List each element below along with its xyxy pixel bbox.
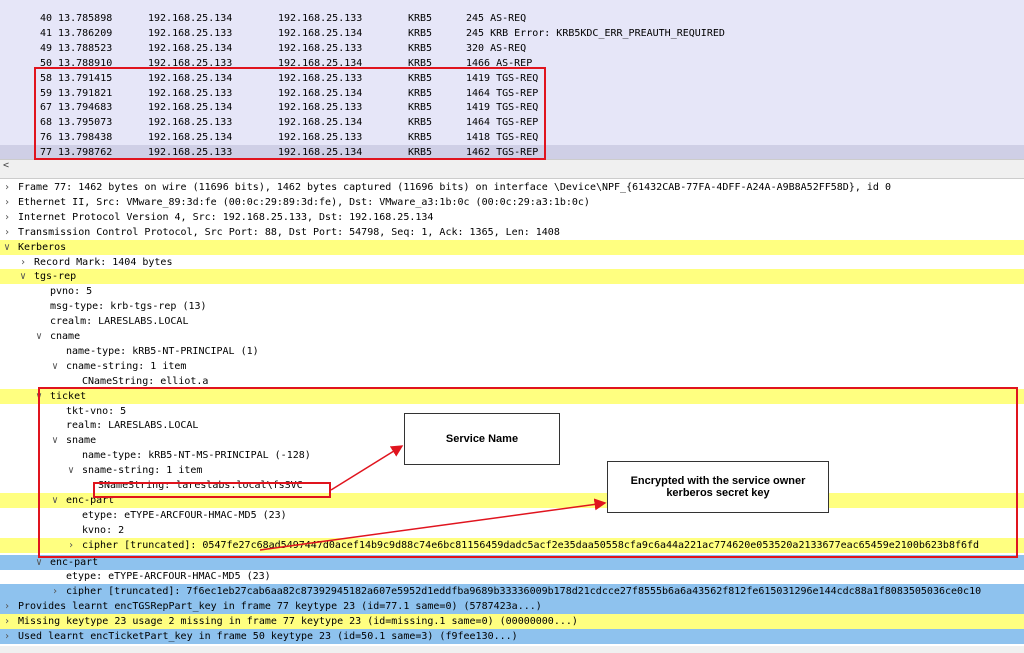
detail-text: tgs-rep xyxy=(34,271,77,283)
packet-row[interactable]: 41 13.786209 192.168.25.133 192.168.25.134… xyxy=(0,26,1024,41)
detail-row[interactable]: ∨ cname-string: 1 item xyxy=(0,359,1024,374)
detail-text: etype: eTYPE-ARCFOUR-HMAC-MD5 (23) xyxy=(66,571,271,583)
collapse-right-icon[interactable]: › xyxy=(4,195,10,210)
packet-cell-src: 192.168.25.133 xyxy=(148,27,233,39)
packet-cell-info: 320 AS-REQ xyxy=(466,42,527,54)
encrypted-callout: Encrypted with the service owner kerbero… xyxy=(607,461,829,513)
detail-row[interactable]: › Transmission Control Protocol, Src Port… xyxy=(0,225,1024,240)
packet-cell-dst: 192.168.25.134 xyxy=(278,27,363,39)
expand-down-icon[interactable]: ∨ xyxy=(36,329,42,344)
service-name-callout-text: Service Name xyxy=(445,433,519,445)
detail-text: Missing keytype 23 usage 2 missing in fr… xyxy=(18,616,578,628)
collapse-right-icon[interactable]: › xyxy=(4,599,10,614)
packet-cell-no: 40 13.785898 xyxy=(40,13,113,24)
packet-row[interactable]: 49 13.788523 192.168.25.134 192.168.25.133… xyxy=(0,41,1024,56)
detail-row[interactable]: › Used learnt encTicketPart_key in frame … xyxy=(0,629,1024,644)
detail-row[interactable]: ∨ Kerberos xyxy=(0,239,1024,255)
detail-row[interactable]: name-type: kRB5-NT-PRINCIPAL (1) xyxy=(0,344,1024,359)
encrypted-callout-line2: kerberos secret key xyxy=(666,487,770,499)
collapse-right-icon[interactable]: › xyxy=(4,180,10,195)
packet-cell-info: 245 KRB Error: KRB5KDC_ERR_PREAUTH_REQUI… xyxy=(466,27,725,39)
detail-row[interactable]: › Internet Protocol Version 4, Src: 192.1… xyxy=(0,210,1024,225)
detail-row[interactable]: ∨ tgs-rep xyxy=(0,269,1024,285)
detail-text: Record Mark: 1404 bytes xyxy=(34,256,173,268)
packet-cell-dst: 192.168.25.133 xyxy=(278,13,363,24)
packet-list-horizontal-scrollbar[interactable]: < xyxy=(0,159,1024,172)
expand-down-icon[interactable]: ∨ xyxy=(52,359,58,374)
service-name-callout: Service Name xyxy=(404,413,560,465)
pane-splitter[interactable] xyxy=(0,172,1024,179)
encrypted-callout-line1: Encrypted with the service owner xyxy=(630,475,806,487)
detail-text: Kerberos xyxy=(18,241,67,253)
packet-cell-no: 49 13.788523 xyxy=(40,42,113,54)
expand-down-icon[interactable]: ∨ xyxy=(20,269,26,284)
detail-row[interactable]: ∨ cname xyxy=(0,329,1024,344)
packet-cell-no: 41 13.786209 xyxy=(40,27,113,39)
collapse-right-icon[interactable]: › xyxy=(4,210,10,225)
detail-row[interactable]: › Provides learnt encTGSRepPart_key in fr… xyxy=(0,599,1024,615)
detail-text: Internet Protocol Version 4, Src: 192.16… xyxy=(18,211,434,223)
packet-row[interactable]: 40 13.785898 192.168.25.134 192.168.25.133… xyxy=(0,11,1024,26)
collapse-right-icon[interactable]: › xyxy=(4,614,10,629)
detail-text: cname xyxy=(50,331,81,342)
detail-row[interactable]: › cipher [truncated]: 7f6ec1eb27cab6aa82c… xyxy=(0,584,1024,600)
detail-text: cname-string: 1 item xyxy=(66,360,187,372)
packet-cell-src: 192.168.25.134 xyxy=(148,42,233,54)
detail-row[interactable]: › Ethernet II, Src: VMware_89:3d:fe (00:0… xyxy=(0,195,1024,210)
detail-row[interactable]: › Frame 77: 1462 bytes on wire (11696 bit… xyxy=(0,180,1024,195)
detail-text: name-type: kRB5-NT-PRINCIPAL (1) xyxy=(66,345,259,357)
detail-row[interactable]: crealm: LARESLABS.LOCAL xyxy=(0,314,1024,329)
detail-text: Transmission Control Protocol, Src Port:… xyxy=(18,226,560,238)
collapse-right-icon[interactable]: › xyxy=(4,225,10,240)
tgs-packets-highlight-box xyxy=(34,67,546,160)
packet-cell-proto: KRB5 xyxy=(408,13,433,24)
detail-text: crealm: LARESLABS.LOCAL xyxy=(50,316,189,328)
packet-cell-proto: KRB5 xyxy=(408,42,433,54)
details-horizontal-scrollbar[interactable] xyxy=(0,646,1024,653)
detail-row[interactable]: › Missing keytype 23 usage 2 missing in f… xyxy=(0,614,1024,630)
detail-text: Used learnt encTicketPart_key in frame 5… xyxy=(18,631,518,642)
detail-row[interactable]: msg-type: krb-tgs-rep (13) xyxy=(0,299,1024,314)
detail-text: pvno: 5 xyxy=(50,286,93,298)
packet-cell-proto: KRB5 xyxy=(408,27,433,39)
detail-text: Ethernet II, Src: VMware_89:3d:fe (00:0c… xyxy=(18,196,590,208)
detail-text: Provides learnt encTGSRepPart_key in fra… xyxy=(18,601,542,613)
detail-text: msg-type: krb-tgs-rep (13) xyxy=(50,301,207,313)
expand-down-icon[interactable]: ∨ xyxy=(4,240,10,255)
detail-text: Frame 77: 1462 bytes on wire (11696 bits… xyxy=(18,182,891,193)
packet-cell-info: 245 AS-REQ xyxy=(466,13,527,24)
packet-cell-dst: 192.168.25.133 xyxy=(278,42,363,54)
detail-row[interactable]: › Record Mark: 1404 bytes xyxy=(0,255,1024,270)
collapse-right-icon[interactable]: › xyxy=(4,629,10,644)
detail-row[interactable]: etype: eTYPE-ARCFOUR-HMAC-MD5 (23) xyxy=(0,569,1024,584)
detail-row[interactable]: pvno: 5 xyxy=(0,284,1024,299)
detail-text: cipher [truncated]: 7f6ec1eb27cab6aa82c8… xyxy=(66,586,982,598)
scroll-left-icon[interactable]: < xyxy=(3,160,9,172)
sname-highlight-box xyxy=(93,482,331,498)
collapse-right-icon[interactable]: › xyxy=(52,584,58,599)
packet-cell-src: 192.168.25.134 xyxy=(148,13,233,24)
collapse-right-icon[interactable]: › xyxy=(20,255,26,270)
